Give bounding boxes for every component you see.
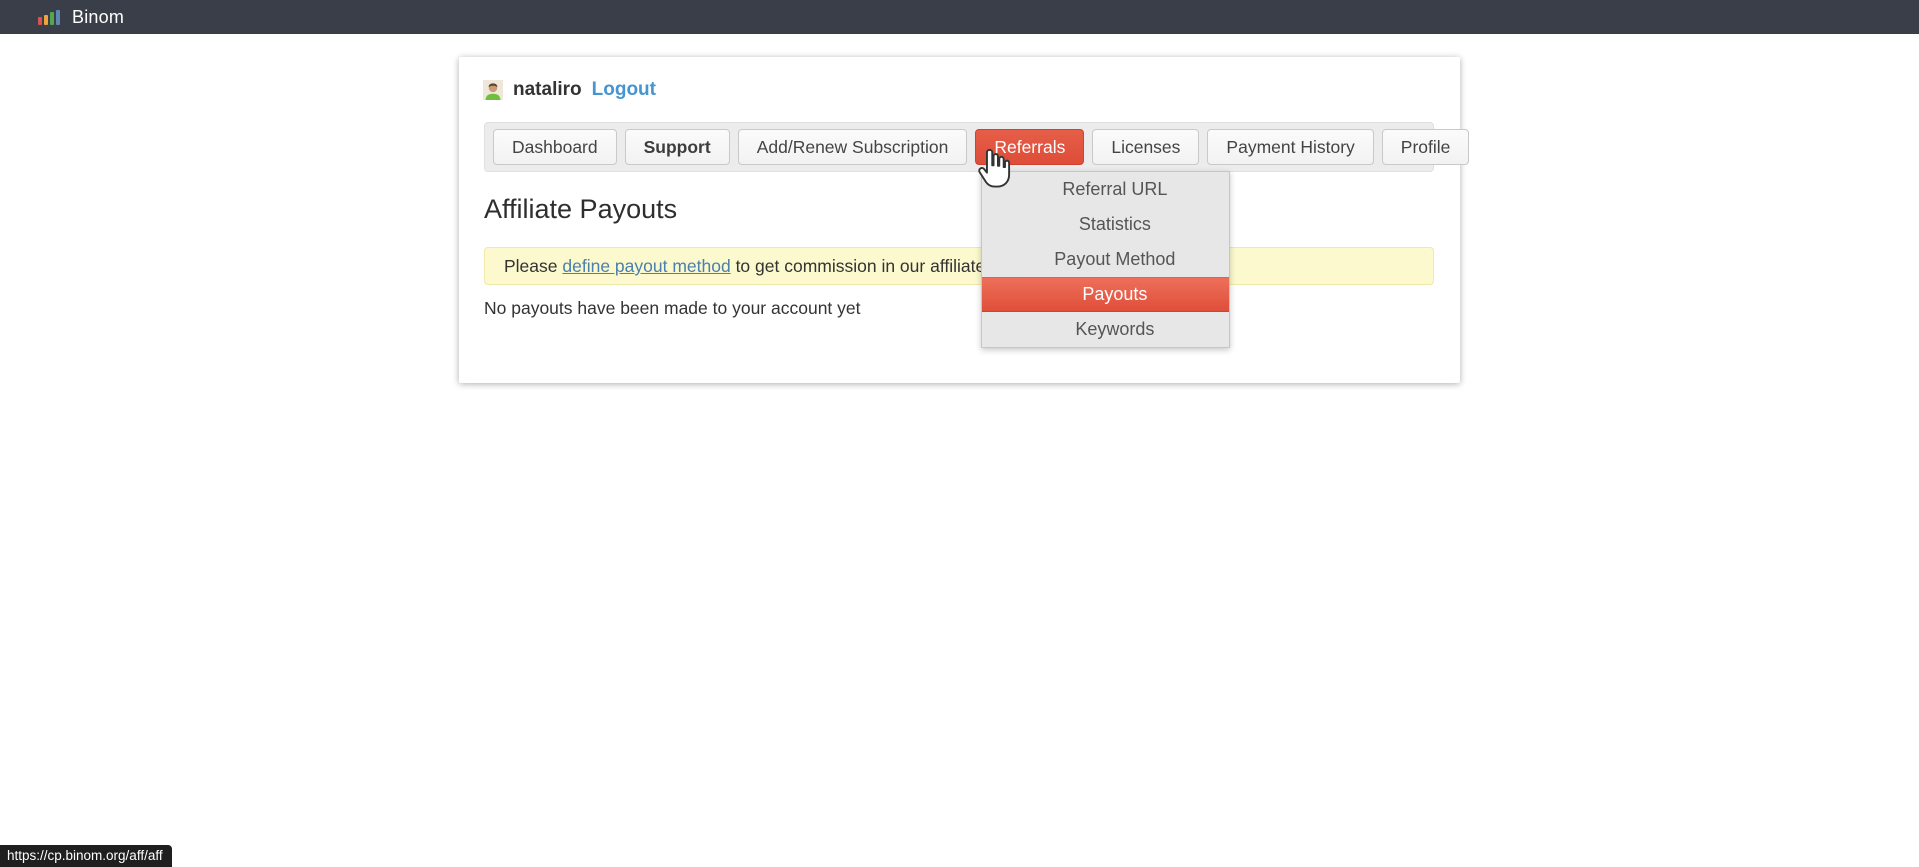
logout-link[interactable]: Logout <box>592 79 656 101</box>
tab-profile[interactable]: Profile <box>1382 129 1470 165</box>
define-payout-method-link[interactable]: define payout method <box>562 256 730 276</box>
tab-add-renew-subscription[interactable]: Add/Renew Subscription <box>738 129 968 165</box>
account-card: nataliro Logout Dashboard Support Add/Re… <box>459 57 1460 383</box>
user-name: nataliro <box>513 79 582 101</box>
main-nav: Dashboard Support Add/Renew Subscription… <box>484 122 1434 172</box>
bar-chart-icon <box>38 10 60 25</box>
tab-referrals-label: Referrals <box>994 137 1065 158</box>
menu-item-keywords[interactable]: Keywords <box>982 312 1229 347</box>
notice-text-prefix: Please <box>504 256 562 276</box>
page-title: Affiliate Payouts <box>484 194 677 225</box>
top-bar: Binom <box>0 0 1919 34</box>
empty-payouts-message: No payouts have been made to your accoun… <box>484 298 861 319</box>
menu-item-referral-url[interactable]: Referral URL <box>982 172 1229 207</box>
link-status-bar: https://cp.binom.org/aff/aff <box>0 845 172 867</box>
tab-payment-history[interactable]: Payment History <box>1207 129 1373 165</box>
brand-name: Binom <box>72 7 124 28</box>
tab-support[interactable]: Support <box>625 129 730 165</box>
tab-licenses[interactable]: Licenses <box>1092 129 1199 165</box>
tab-dashboard[interactable]: Dashboard <box>493 129 617 165</box>
menu-item-payouts[interactable]: Payouts <box>982 277 1229 312</box>
user-row: nataliro Logout <box>483 79 656 101</box>
tab-referrals[interactable]: Referrals Referral URL Statistics Payout… <box>975 129 1084 165</box>
user-photo-icon <box>483 80 503 100</box>
menu-item-payout-method[interactable]: Payout Method <box>982 242 1229 277</box>
payout-method-notice: Please define payout method to get commi… <box>484 247 1434 285</box>
menu-item-statistics[interactable]: Statistics <box>982 207 1229 242</box>
referrals-dropdown-menu: Referral URL Statistics Payout Method Pa… <box>981 171 1230 348</box>
binom-logo[interactable]: Binom <box>38 7 124 28</box>
